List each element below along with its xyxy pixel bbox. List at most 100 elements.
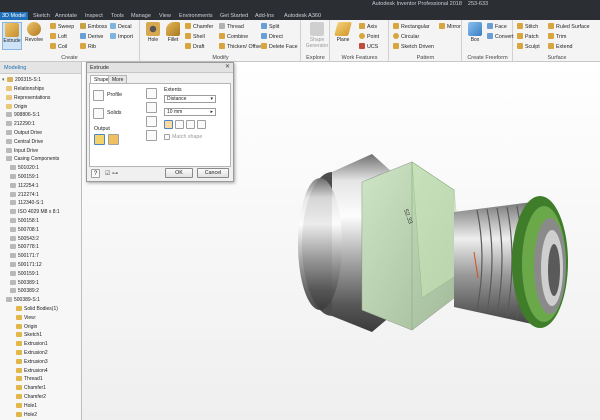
- sketch-driven-pattern-button[interactable]: Sketch Driven: [393, 43, 434, 52]
- tree-item[interactable]: 500159:1: [10, 173, 39, 181]
- tree-item[interactable]: Relationships: [6, 85, 44, 93]
- direction-1-icon[interactable]: [164, 120, 173, 129]
- circular-pattern-button[interactable]: Circular: [393, 33, 419, 42]
- tree-item[interactable]: Central Drive: [6, 138, 43, 146]
- profile-select-icon[interactable]: [93, 90, 104, 101]
- tree-item[interactable]: 500778:1: [10, 243, 39, 251]
- symmetric-icon[interactable]: [186, 120, 195, 129]
- sweep-button[interactable]: Sweep: [50, 23, 74, 32]
- tab-annotate[interactable]: Annotate: [53, 12, 79, 20]
- tree-item[interactable]: 212290:1: [6, 120, 35, 128]
- tree-item[interactable]: Casing Components: [6, 155, 59, 163]
- seal-ring[interactable]: [512, 196, 568, 328]
- loft-button[interactable]: Loft: [50, 33, 67, 42]
- tab-more[interactable]: More: [108, 75, 128, 83]
- tree-item[interactable]: Hole1: [16, 402, 37, 410]
- stitch-button[interactable]: Stitch: [517, 23, 538, 32]
- tab-3d-model[interactable]: 3D Model: [0, 12, 28, 20]
- tree-item[interactable]: Origin: [6, 103, 27, 111]
- solids-select-icon[interactable]: [93, 108, 104, 119]
- trim-button[interactable]: Trim: [548, 33, 566, 42]
- mirror-button[interactable]: Mirror: [439, 23, 461, 32]
- coil-button[interactable]: Coil: [50, 43, 67, 52]
- derive-button[interactable]: Derive: [80, 33, 103, 42]
- revolve-button[interactable]: Revolve: [24, 22, 44, 50]
- thicken-offset-button[interactable]: Thicken/ Offset: [219, 43, 263, 52]
- cut-icon[interactable]: [146, 102, 157, 113]
- tab-tools[interactable]: Tools: [109, 12, 126, 20]
- tree-item[interactable]: 212274:1: [10, 191, 39, 199]
- chamfer-button[interactable]: Chamfer: [185, 23, 213, 32]
- tree-item[interactable]: Hole2: [16, 411, 37, 419]
- intersect-icon[interactable]: [146, 116, 157, 127]
- tab-environments[interactable]: Environments: [177, 12, 215, 20]
- tree-item[interactable]: Extrusion2: [16, 349, 48, 357]
- tab-sketch[interactable]: Sketch: [31, 12, 52, 20]
- extend-button[interactable]: Extend: [548, 43, 573, 52]
- tab-inspect[interactable]: Inspect: [83, 12, 105, 20]
- ok-button[interactable]: OK: [165, 168, 193, 178]
- fillet-button[interactable]: Fillet: [163, 22, 183, 50]
- tree-item[interactable]: View:: [16, 314, 36, 322]
- point-button[interactable]: Point: [359, 33, 379, 42]
- tree-item[interactable]: Input Drive: [6, 147, 38, 155]
- import-button[interactable]: Import: [110, 33, 133, 42]
- join-icon[interactable]: [146, 88, 157, 99]
- tree-item[interactable]: 500389-S:1: [6, 296, 40, 304]
- emboss-button[interactable]: Emboss: [80, 23, 107, 32]
- tree-item[interactable]: Thread1: [16, 375, 43, 383]
- direction-2-icon[interactable]: [175, 120, 184, 129]
- tree-item[interactable]: ISO 4029 M8 x 8:1: [10, 208, 60, 216]
- tree-item[interactable]: 500158:1: [10, 217, 39, 225]
- tree-item[interactable]: 500171:7: [10, 252, 39, 260]
- close-icon[interactable]: ✕: [224, 64, 231, 71]
- tree-item[interactable]: 500171:12: [10, 261, 42, 269]
- tab-view[interactable]: View: [157, 12, 173, 20]
- direct-button[interactable]: Direct: [261, 33, 283, 42]
- hole-button[interactable]: Hole: [143, 22, 163, 50]
- box-button[interactable]: Box: [465, 22, 485, 50]
- ucs-button[interactable]: UCS: [359, 43, 378, 52]
- output-surface-icon[interactable]: [108, 134, 119, 145]
- plane-button[interactable]: Plane: [333, 22, 353, 50]
- tree-item[interactable]: Origin: [16, 323, 37, 331]
- convert-button[interactable]: Convert: [487, 33, 514, 42]
- tree-item[interactable]: Extrusion3: [16, 358, 48, 366]
- tab-autodesk-a360[interactable]: Autodesk A360: [282, 12, 323, 20]
- preview-icon[interactable]: ☑ ⊶: [105, 170, 118, 177]
- tree-item[interactable]: Extrusion1: [16, 340, 48, 348]
- patch-button[interactable]: Patch: [517, 33, 539, 42]
- sculpt-button[interactable]: Sculpt: [517, 43, 540, 52]
- split-button[interactable]: Split: [261, 23, 279, 32]
- asymmetric-icon[interactable]: [197, 120, 206, 129]
- tree-item[interactable]: Chamfer2: [16, 393, 46, 401]
- output-solid-icon[interactable]: [94, 134, 105, 145]
- thread-button[interactable]: Thread: [219, 23, 244, 32]
- tree-item[interactable]: 112340-S:1: [10, 199, 43, 207]
- tree-item[interactable]: 500159:1: [10, 270, 39, 278]
- match-shape-checkbox[interactable]: [164, 134, 170, 140]
- tree-item[interactable]: 500389:1: [10, 279, 39, 287]
- browser-tab-modeling[interactable]: Modeling: [0, 62, 30, 74]
- distance-input[interactable]: 10 mm ▸: [164, 108, 216, 116]
- tab-add-ins[interactable]: Add-Ins: [253, 12, 276, 20]
- rib-button[interactable]: Rib: [80, 43, 96, 52]
- decal-button[interactable]: Decal: [110, 23, 132, 32]
- shape-generator-button[interactable]: Shape Generator: [305, 22, 329, 50]
- extents-select[interactable]: Distance ▾: [164, 95, 216, 103]
- tree-item[interactable]: 501020:1: [10, 164, 39, 172]
- face-button[interactable]: Face: [487, 23, 507, 32]
- cancel-button[interactable]: Cancel: [197, 168, 229, 178]
- ruled-surface-button[interactable]: Ruled Surface: [548, 23, 590, 32]
- extrude-button[interactable]: Extrude: [2, 22, 22, 50]
- tree-item[interactable]: Sketch1: [16, 331, 42, 339]
- tree-item[interactable]: 112254:1: [10, 182, 38, 190]
- combine-button[interactable]: Combine: [219, 33, 248, 42]
- tree-item[interactable]: Output Drive: [6, 129, 42, 137]
- tree-item[interactable]: Chamfer1: [16, 384, 46, 392]
- tree-item[interactable]: Extrusion4: [16, 367, 48, 375]
- tree-root[interactable]: ▾ 200315-S:1: [2, 76, 41, 84]
- tree-item[interactable]: 500708:1: [10, 226, 39, 234]
- tree-item[interactable]: 908806-S:1: [6, 111, 40, 119]
- tree-item[interactable]: Representations: [6, 94, 50, 102]
